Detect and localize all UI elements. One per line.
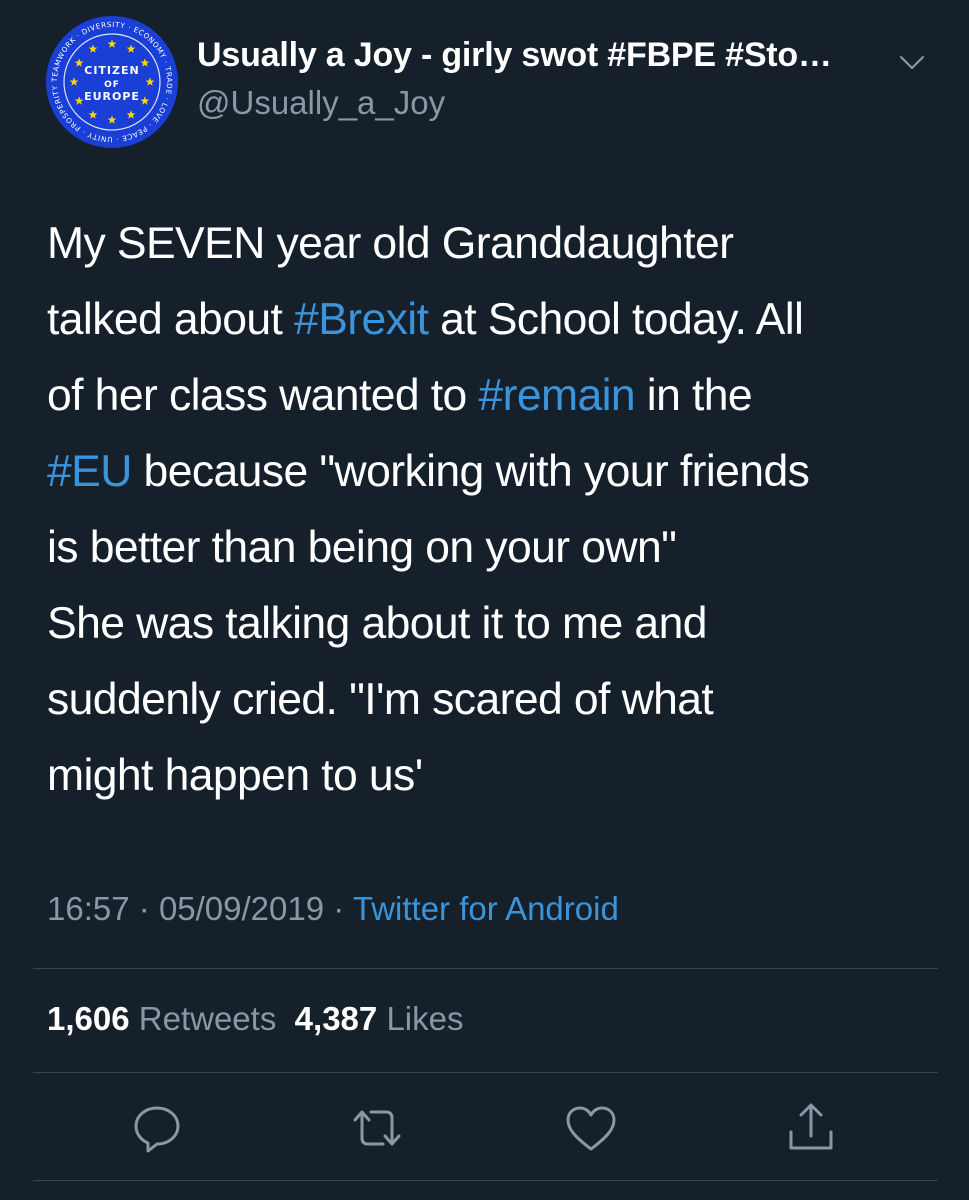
hashtag-link[interactable]: #EU xyxy=(47,447,132,496)
avatar-text-middle: OF xyxy=(104,80,120,90)
tweet-text: My SEVEN year old Granddaughter talked ab… xyxy=(47,206,937,814)
tweet-text-line: My SEVEN year old Granddaughter xyxy=(47,206,937,282)
author-handle[interactable]: @Usually_a_Joy xyxy=(197,84,445,122)
likes-label: Likes xyxy=(386,1000,464,1037)
retweets-stat[interactable]: 1,606 Retweets xyxy=(47,1000,276,1037)
tweet-text-line: might happen to us' xyxy=(47,738,937,814)
avatar-text-bottom: EUROPE xyxy=(84,90,140,103)
tweet-text-segment: is better than being on your own" xyxy=(47,523,677,572)
tweet-detail: TEAMWORK · DIVERSITY · ECONOMY · TRADE ·… xyxy=(0,0,969,1200)
tweet-text-segment: at School today. All xyxy=(428,295,804,344)
tweet-text-line: #EU because "working with your friends xyxy=(47,434,937,510)
avatar-text-top: CITIZEN xyxy=(84,64,139,77)
share-icon[interactable] xyxy=(781,1098,841,1158)
tweet-text-line: She was talking about it to me and xyxy=(47,586,937,662)
tweet-text-segment: of her class wanted to xyxy=(47,371,479,420)
tweet-text-line: is better than being on your own" xyxy=(47,510,937,586)
tweet-text-segment: because "working with your friends xyxy=(131,447,810,496)
divider xyxy=(33,968,938,969)
tweet-text-segment: might happen to us' xyxy=(47,751,423,800)
heart-icon[interactable] xyxy=(561,1098,621,1158)
tweet-source-link[interactable]: Twitter for Android xyxy=(353,890,619,927)
meta-separator: · xyxy=(138,890,150,927)
retweet-icon[interactable] xyxy=(347,1098,407,1158)
tweet-text-segment: My SEVEN year old Granddaughter xyxy=(47,219,734,268)
citizen-of-europe-badge-icon: TEAMWORK · DIVERSITY · ECONOMY · TRADE ·… xyxy=(43,7,178,148)
divider xyxy=(33,1180,938,1181)
avatar[interactable]: TEAMWORK · DIVERSITY · ECONOMY · TRADE ·… xyxy=(43,7,180,150)
tweet-text-line: talked about #Brexit at School today. Al… xyxy=(47,282,937,358)
tweet-text-segment: in the xyxy=(635,371,753,420)
author-display-name[interactable]: Usually a Joy - girly swot #FBPE #Sto… xyxy=(197,36,832,75)
tweet-text-segment: suddenly cried. "I'm scared of what xyxy=(47,675,714,724)
tweet-date: 05/09/2019 xyxy=(158,890,325,927)
chevron-down-icon[interactable] xyxy=(897,52,927,72)
divider xyxy=(33,1072,938,1073)
hashtag-link[interactable]: #Brexit xyxy=(294,295,429,344)
tweet-text-line: suddenly cried. "I'm scared of what xyxy=(47,662,937,738)
tweet-meta: 16:57 · 05/09/2019 · Twitter for Android xyxy=(47,890,619,928)
likes-count: 4,387 xyxy=(294,1000,378,1037)
action-bar xyxy=(0,1098,969,1158)
retweets-label: Retweets xyxy=(138,1000,277,1037)
reply-icon[interactable] xyxy=(127,1098,187,1158)
tweet-stats: 1,606 Retweets 4,387 Likes xyxy=(47,1000,463,1038)
tweet-text-segment: She was talking about it to me and xyxy=(47,599,707,648)
likes-stat[interactable]: 4,387 Likes xyxy=(295,1000,464,1037)
retweets-count: 1,606 xyxy=(47,1000,130,1037)
tweet-text-line: of her class wanted to #remain in the xyxy=(47,358,937,434)
tweet-text-segment: talked about xyxy=(47,295,295,344)
tweet-time: 16:57 xyxy=(47,890,130,927)
meta-separator: · xyxy=(333,890,345,927)
hashtag-link[interactable]: #remain xyxy=(478,371,635,420)
